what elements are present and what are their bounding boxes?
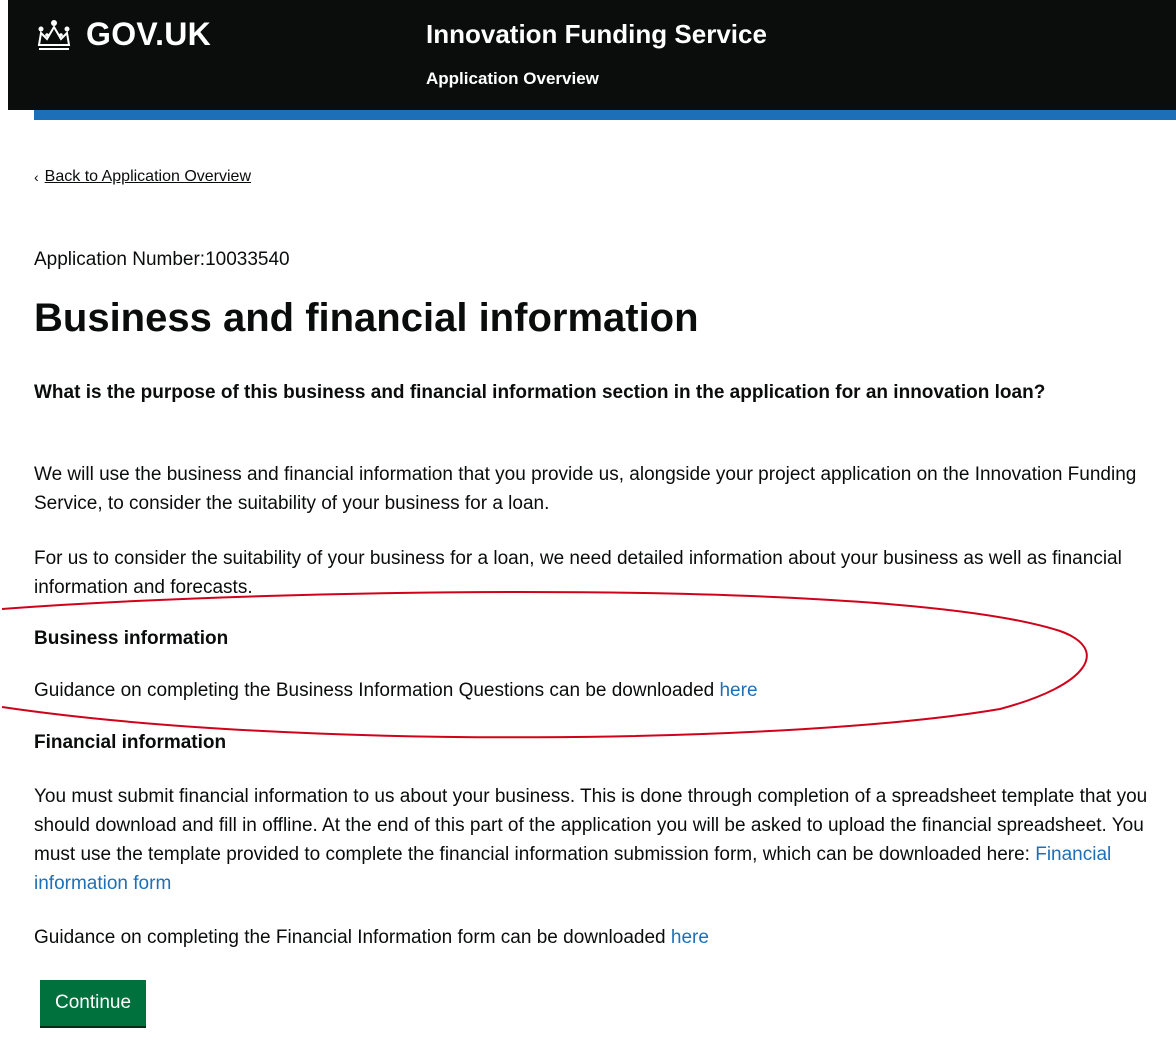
financial-guidance-link[interactable]: here [671, 927, 709, 948]
purpose-question: What is the purpose of this business and… [34, 382, 1046, 403]
intro-paragraph-2: For us to consider the suitability of yo… [34, 548, 1122, 598]
service-name[interactable]: Innovation Funding Service [426, 18, 767, 50]
header-subtitle: Application Overview [426, 69, 599, 88]
financial-information-text: You must submit financial information to… [34, 782, 1172, 898]
application-number: Application Number:10033540 [34, 249, 290, 270]
business-information-heading: Business information [34, 628, 229, 649]
chevron-left-icon: ‹ [34, 169, 39, 185]
business-guidance-text: Guidance on completing the Business Info… [34, 676, 1172, 705]
back-link-row: ‹ Back to Application Overview [34, 166, 251, 188]
header-accent-bar [34, 110, 1176, 120]
financial-body-label: You must submit financial information to… [34, 786, 1148, 865]
financial-guidance-label: Guidance on completing the Financial Inf… [34, 927, 671, 948]
back-link[interactable]: Back to Application Overview [45, 166, 251, 188]
financial-guidance-text: Guidance on completing the Financial Inf… [34, 923, 1172, 952]
crown-icon [37, 20, 71, 50]
page-title: Business and financial information [34, 296, 699, 340]
logo-text: GOV.UK [86, 16, 212, 52]
financial-information-heading: Financial information [34, 732, 227, 753]
continue-button[interactable]: Continue [40, 980, 147, 1026]
business-guidance-link[interactable]: here [719, 680, 757, 701]
business-guidance-label: Guidance on completing the Business Info… [34, 680, 720, 701]
govuk-logo[interactable]: GOV.UK [34, 14, 211, 54]
annotation-ellipse [1, 590, 1088, 739]
intro-paragraph-1: We will use the business and financial i… [34, 464, 1137, 514]
page: GOV.UK Innovation Funding Service Applic… [0, 0, 1176, 1049]
